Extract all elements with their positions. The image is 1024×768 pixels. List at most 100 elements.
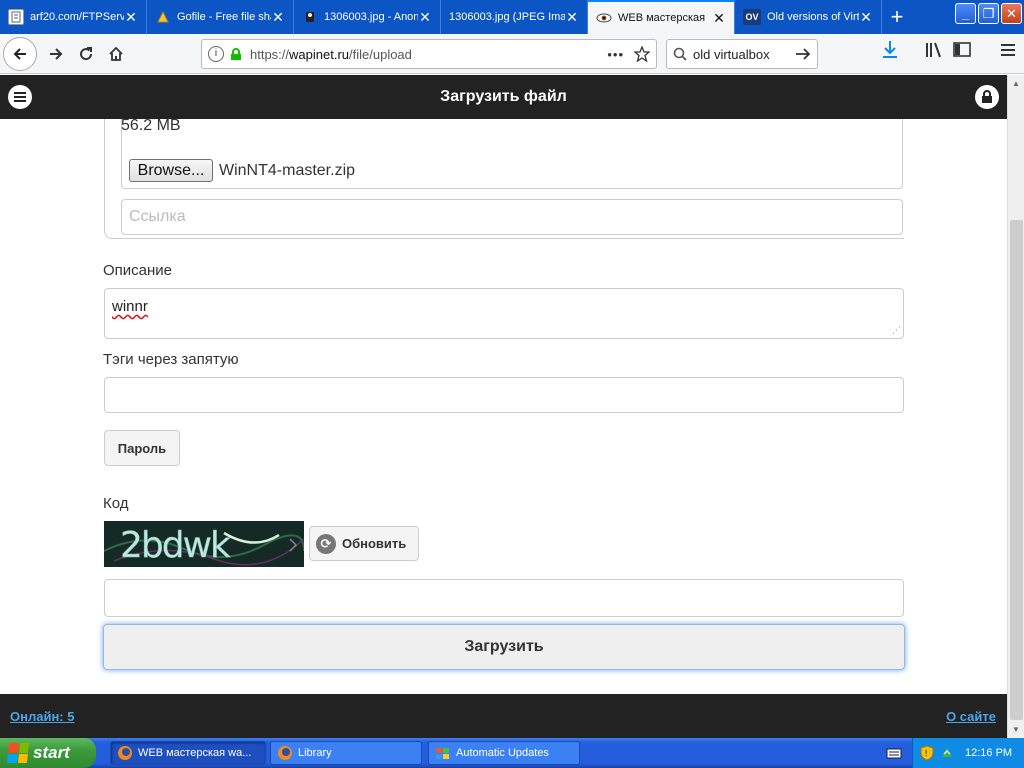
download-icon[interactable]: [880, 39, 900, 61]
scroll-thumb[interactable]: [1010, 220, 1023, 720]
taskbar-item-library[interactable]: Library: [270, 741, 422, 765]
refresh-icon: ⟳: [316, 533, 336, 554]
menu-icon: [14, 92, 26, 102]
password-button[interactable]: Пароль: [104, 430, 180, 466]
tab-title: Old versions of VirtualBox: [767, 11, 859, 23]
bookmark-star-icon[interactable]: [634, 46, 650, 62]
captcha-image: 2bdwk: [104, 521, 304, 567]
page-icon: [8, 9, 24, 25]
back-arrow-icon: [13, 47, 26, 60]
image-icon: [302, 9, 318, 25]
forward-button[interactable]: [41, 39, 71, 69]
svg-text:!: !: [925, 749, 928, 758]
minimize-button[interactable]: _: [955, 3, 976, 24]
start-label: start: [33, 743, 70, 762]
page-actions-icon[interactable]: •••: [607, 47, 624, 62]
back-button[interactable]: [3, 36, 37, 71]
scroll-down-icon[interactable]: ▼: [1008, 721, 1024, 738]
task-label: Library: [298, 747, 332, 759]
code-label: Код: [103, 495, 129, 512]
scroll-up-icon[interactable]: ▲: [1008, 75, 1024, 92]
windows-taskbar: start WEB мастерская wa... Library Autom…: [0, 738, 1024, 768]
tags-label: Тэги через запятую: [103, 351, 239, 368]
task-label: WEB мастерская wa...: [138, 747, 252, 759]
close-icon[interactable]: ✕: [859, 9, 873, 26]
navigation-toolbar: i https://wapinet.ru/file/upload ••• old…: [0, 34, 1024, 74]
update-tray-icon[interactable]: [939, 745, 955, 761]
toolbar-right-buttons: [880, 39, 1018, 61]
browse-button[interactable]: Browse...: [129, 159, 213, 182]
selected-file-name: WinNT4-master.zip: [219, 162, 356, 179]
close-icon[interactable]: ✕: [712, 10, 726, 27]
taskbar-item-firefox[interactable]: WEB мастерская wa...: [110, 741, 266, 765]
tab-web-masterskaya[interactable]: WEB мастерская ✕: [588, 0, 735, 34]
tab-jpeg-image[interactable]: 1306003.jpg (JPEG Image) ✕: [441, 0, 588, 34]
start-button[interactable]: start: [0, 738, 96, 768]
page-scrollbar[interactable]: ▲ ▼: [1007, 75, 1024, 738]
window-controls: _ ❐ ✕: [955, 3, 1022, 24]
tags-input[interactable]: [104, 377, 904, 413]
tab-title: Gofile - Free file sharing: [177, 11, 271, 23]
sidebar-icon[interactable]: [952, 39, 972, 61]
library-icon: [278, 746, 292, 760]
system-tray: ! 12:16 PM: [912, 738, 1024, 768]
tab-title: arf20.com/FTPServer: [30, 11, 124, 23]
search-go-arrow-icon[interactable]: [795, 47, 811, 61]
site-header: Загрузить файл: [0, 75, 1007, 119]
captcha-code-input[interactable]: [104, 579, 904, 617]
resize-grip-icon[interactable]: ⋰: [892, 325, 901, 336]
close-icon[interactable]: ✕: [271, 9, 285, 26]
upload-form: 56.2 MB Browse... WinNT4-master.zip Ссыл…: [0, 119, 1007, 694]
tab-arf20[interactable]: arf20.com/FTPServer ✕: [0, 0, 147, 34]
keyboard-icon[interactable]: [886, 746, 902, 760]
tab-virtualbox-old[interactable]: OV Old versions of VirtualBox ✕: [735, 0, 882, 34]
search-query: old virtualbox: [693, 46, 770, 62]
close-icon[interactable]: ✕: [565, 9, 579, 26]
site-menu-button[interactable]: [8, 85, 32, 109]
windows-logo-icon: [6, 743, 30, 763]
description-label: Описание: [103, 262, 173, 279]
reload-icon: [80, 46, 93, 60]
security-shield-icon[interactable]: !: [919, 745, 935, 761]
search-bar[interactable]: old virtualbox: [666, 39, 818, 69]
home-button[interactable]: [101, 39, 131, 69]
captcha-refresh-button[interactable]: ⟳ Обновить: [309, 526, 419, 561]
address-bar[interactable]: i https://wapinet.ru/file/upload •••: [201, 39, 657, 69]
updates-icon: [436, 748, 449, 759]
hamburger-menu-icon[interactable]: [998, 39, 1018, 61]
lock-icon: [982, 90, 992, 103]
gofile-icon: [155, 9, 171, 25]
restore-button[interactable]: ❐: [978, 3, 999, 24]
online-count-link[interactable]: Онлайн: 5: [10, 709, 74, 724]
tab-gofile[interactable]: Gofile - Free file sharing ✕: [147, 0, 294, 34]
refresh-label: Обновить: [342, 536, 407, 551]
tab-title: 1306003.jpg (JPEG Image): [449, 11, 565, 23]
tab-title: WEB мастерская: [618, 12, 706, 24]
firefox-icon: [118, 746, 132, 760]
close-window-button[interactable]: ✕: [1001, 3, 1022, 24]
page-title: Загрузить файл: [440, 88, 567, 105]
info-icon[interactable]: i: [208, 46, 224, 62]
url-text: https://wapinet.ru/file/upload: [250, 46, 412, 62]
close-icon[interactable]: ✕: [124, 9, 138, 26]
upload-submit-button[interactable]: Загрузить: [103, 624, 905, 670]
file-size: 56.2 MB: [121, 119, 181, 134]
description-value: winnr: [112, 298, 148, 315]
tab-image-anonymous[interactable]: 1306003.jpg - Anonymous ✕: [294, 0, 441, 34]
search-icon: [673, 47, 687, 61]
tab-title: 1306003.jpg - Anonymous: [324, 11, 418, 23]
captcha-text: 2bdwk: [120, 525, 231, 566]
tab-strip: arf20.com/FTPServer ✕ Gofile - Free file…: [0, 0, 1024, 34]
login-button[interactable]: [975, 85, 999, 109]
padlock-icon: [231, 48, 241, 60]
description-textarea[interactable]: winnr ⋰: [104, 288, 904, 339]
forward-arrow-icon: [50, 47, 63, 60]
new-tab-button[interactable]: +: [882, 0, 912, 34]
about-link[interactable]: О сайте: [946, 709, 996, 724]
library-icon[interactable]: [924, 39, 944, 61]
taskbar-item-automatic-updates[interactable]: Automatic Updates: [428, 741, 580, 765]
reload-button[interactable]: [71, 39, 101, 69]
site-footer: Онлайн: 5 О сайте: [0, 694, 1007, 738]
link-input[interactable]: Ссылка: [121, 199, 903, 235]
close-icon[interactable]: ✕: [418, 9, 432, 26]
